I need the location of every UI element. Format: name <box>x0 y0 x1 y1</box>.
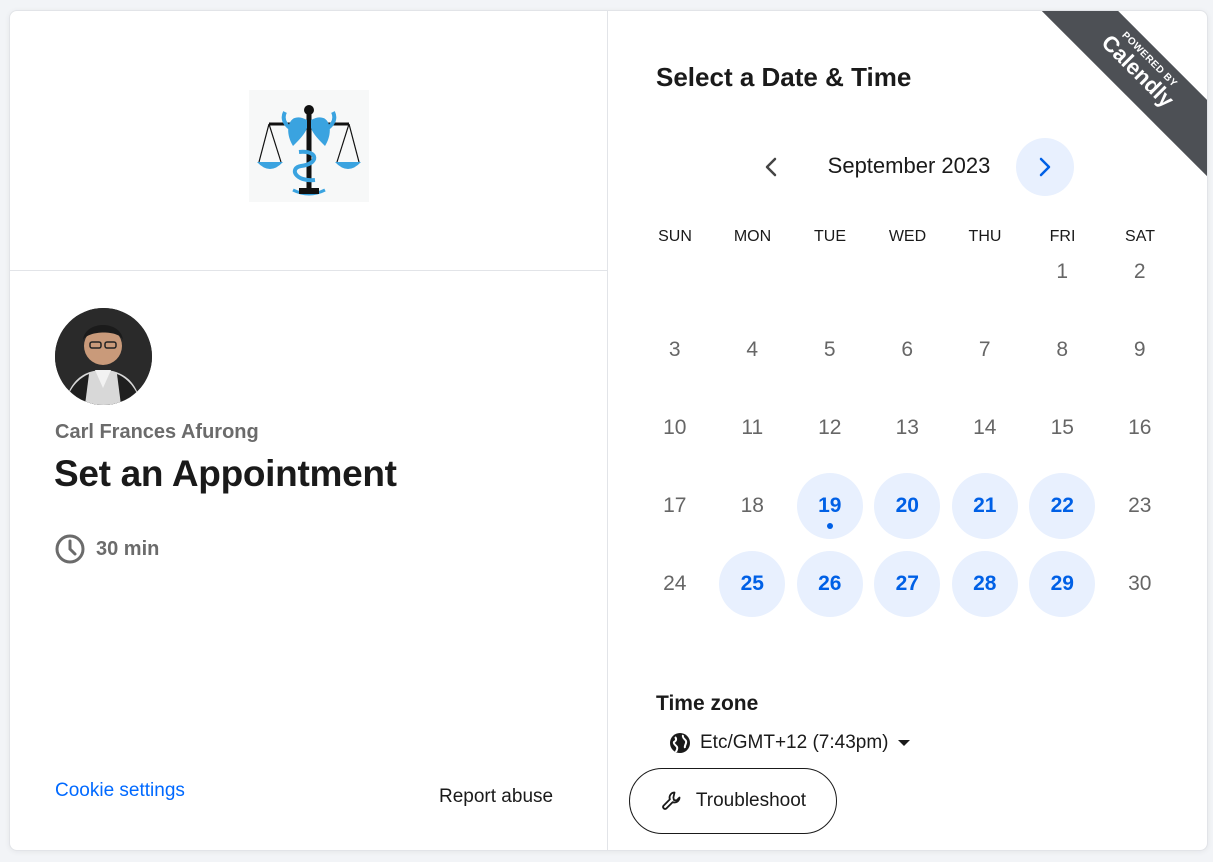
day-number: 26 <box>818 572 842 595</box>
chevron-left-icon <box>765 157 777 177</box>
troubleshoot-label: Troubleshoot <box>695 790 807 811</box>
globe-icon <box>670 733 690 753</box>
avatar <box>55 308 152 405</box>
logo-area <box>10 11 608 271</box>
day-number: 30 <box>1128 572 1152 595</box>
day-number: 17 <box>663 494 687 517</box>
page-title: Select a Date & Time <box>656 62 912 92</box>
day-number: 11 <box>741 416 764 439</box>
company-logo <box>249 90 369 202</box>
day-number: 1 <box>1056 260 1069 283</box>
weekday-label: MON <box>733 228 772 245</box>
calendar-day: 6 <box>874 317 940 383</box>
clock-icon <box>55 534 85 564</box>
calendar-day-available[interactable]: 20 <box>874 473 941 539</box>
weekday-header: SUN MON TUE WED THU FRI SAT <box>636 228 1177 250</box>
booking-card: Carl Frances Afurong Set an Appointment … <box>9 10 1208 851</box>
day-number: 13 <box>895 416 919 439</box>
weekday-label: TUE <box>814 228 846 245</box>
calendar-day: 1 <box>1029 239 1095 305</box>
calendar-day-available[interactable]: 19 <box>796 473 863 539</box>
day-number: 21 <box>973 494 997 517</box>
current-month: September 2023 <box>827 153 991 178</box>
day-number: 25 <box>740 572 764 595</box>
calendar-day-available[interactable]: 21 <box>951 473 1018 539</box>
calendar-panel: Select a Date & Time September 2023 SUN M… <box>609 11 1207 850</box>
next-month-button[interactable] <box>1016 138 1074 196</box>
event-title: Set an Appointment <box>54 453 397 494</box>
day-number: 10 <box>663 416 687 439</box>
duration-text: 30 min <box>96 537 160 560</box>
calendar-day: 12 <box>797 395 863 461</box>
calendar-day: 30 <box>1107 551 1173 617</box>
day-number: 15 <box>1050 416 1074 439</box>
day-number: 18 <box>740 494 764 517</box>
calendar-day: 23 <box>1107 473 1173 539</box>
day-number: 5 <box>823 338 836 361</box>
calendar-day: 18 <box>719 473 785 539</box>
host-name: Carl Frances Afurong <box>55 421 259 443</box>
weekday-label: THU <box>968 228 1002 245</box>
weekday-label: WED <box>888 228 927 245</box>
calendar-day-available[interactable]: 29 <box>1029 551 1096 617</box>
day-number: 24 <box>663 572 687 595</box>
cookie-settings-link[interactable]: Cookie settings <box>55 780 185 802</box>
day-number: 19 <box>818 494 842 517</box>
calendar-day: 10 <box>642 395 708 461</box>
day-number: 23 <box>1128 494 1152 517</box>
calendar-day-available[interactable]: 25 <box>719 551 786 617</box>
troubleshoot-button[interactable]: Troubleshoot <box>629 768 837 834</box>
day-number: 14 <box>973 416 997 439</box>
day-number: 20 <box>895 494 919 517</box>
calendar-day: 24 <box>642 551 708 617</box>
calendar-day: 4 <box>719 317 785 383</box>
calendar-day: 7 <box>952 317 1018 383</box>
event-duration: 30 min <box>54 533 159 565</box>
timezone-select[interactable]: Etc/GMT+12 (7:43pm) <box>668 731 911 755</box>
timezone-value: Etc/GMT+12 (7:43pm) <box>700 732 889 753</box>
day-number: 2 <box>1133 260 1146 283</box>
event-details-panel: Carl Frances Afurong Set an Appointment … <box>10 11 608 850</box>
day-number: 6 <box>901 338 914 361</box>
day-number: 29 <box>1050 572 1074 595</box>
calendar-day: 5 <box>797 317 863 383</box>
day-number: 8 <box>1056 338 1069 361</box>
day-number: 27 <box>895 572 919 595</box>
caret-down-icon <box>898 740 911 746</box>
day-number: 4 <box>746 338 759 361</box>
timezone-label: Time zone <box>656 692 759 715</box>
day-number: 9 <box>1133 338 1146 361</box>
calendar-day: 8 <box>1029 317 1095 383</box>
day-number: 22 <box>1050 494 1074 517</box>
day-number: 7 <box>978 338 991 361</box>
calendar-day: 11 <box>719 395 785 461</box>
report-abuse-link[interactable]: Report abuse <box>439 786 553 808</box>
today-indicator <box>826 523 833 529</box>
calendar-day: 2 <box>1107 239 1173 305</box>
calendar-day: 14 <box>952 395 1018 461</box>
calendar-day-available[interactable]: 22 <box>1029 473 1096 539</box>
day-number: 12 <box>818 416 842 439</box>
day-number: 16 <box>1128 416 1152 439</box>
day-number: 3 <box>668 338 681 361</box>
calendar-grid: 1 2 3 4 5 6 7 8 9 10 11 12 13 14 15 16 17 18 19 20 21 22 23 24 2… <box>636 255 1177 655</box>
calendar-day: 9 <box>1107 317 1173 383</box>
calendar-day-available[interactable]: 27 <box>874 551 941 617</box>
calendar-day-available[interactable]: 28 <box>951 551 1018 617</box>
wrench-icon <box>662 791 681 810</box>
calendar-day: 16 <box>1107 395 1173 461</box>
day-number: 28 <box>973 572 997 595</box>
calendar-day: 15 <box>1029 395 1095 461</box>
weekday-label: SUN <box>658 228 692 245</box>
previous-month-button[interactable] <box>742 138 800 196</box>
calendar-day-available[interactable]: 26 <box>796 551 863 617</box>
calendar-day: 17 <box>642 473 708 539</box>
chevron-right-icon <box>1039 157 1051 177</box>
calendar-day: 3 <box>642 317 708 383</box>
calendar-day: 13 <box>874 395 940 461</box>
month-navigation: September 2023 <box>609 138 1207 196</box>
